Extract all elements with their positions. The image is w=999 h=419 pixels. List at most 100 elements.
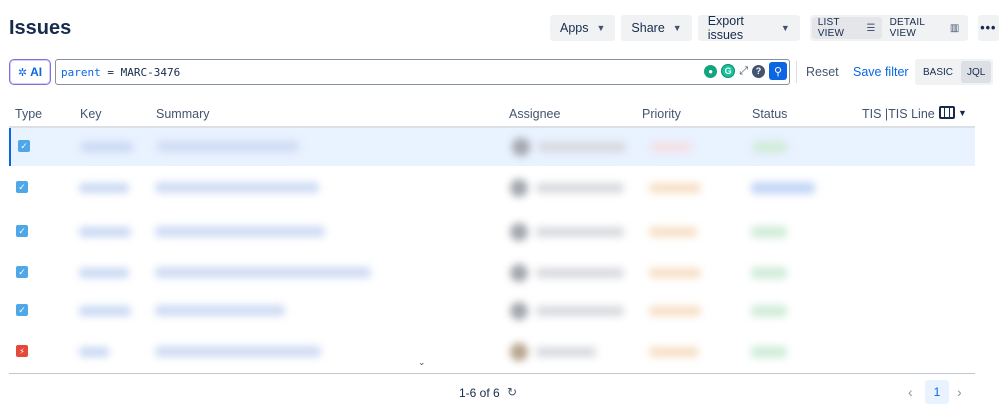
assignee-name <box>536 306 624 316</box>
column-header-assignee[interactable]: Assignee <box>509 107 560 121</box>
column-header-status[interactable]: Status <box>752 107 787 121</box>
issue-summary[interactable] <box>155 182 319 193</box>
view-toggle: LIST VIEW ☰ DETAIL VIEW ▥ <box>809 15 968 41</box>
list-view-label: LIST VIEW <box>817 17 845 39</box>
priority-value <box>649 268 701 278</box>
table-row[interactable]: ✓ <box>9 128 975 166</box>
previous-page-icon[interactable]: ‹ <box>908 384 913 400</box>
reset-button[interactable]: Reset <box>806 65 839 79</box>
issue-key[interactable] <box>79 268 129 278</box>
chevron-down-icon: ▼ <box>672 23 682 33</box>
task-icon: ✓ <box>16 266 28 278</box>
task-icon: ✓ <box>16 304 28 316</box>
detail-view-button[interactable]: DETAIL VIEW ▥ <box>884 17 966 39</box>
assignee-name <box>536 347 596 357</box>
chevron-down-icon: ▼ <box>780 23 790 33</box>
search-row: ✲ AI parent = MARC-3476 ● G ⤢ ? ⚲ Reset … <box>9 59 994 85</box>
ai-button-label: AI <box>30 65 43 79</box>
bug-icon: ⚡ <box>16 345 28 357</box>
priority-value <box>649 306 701 316</box>
more-icon: ••• <box>980 21 997 35</box>
issue-summary[interactable] <box>155 346 321 357</box>
export-issues-button[interactable]: Export issues ▼ <box>697 14 800 42</box>
avatar <box>510 264 528 282</box>
column-header-summary[interactable]: Summary <box>156 107 209 121</box>
issue-summary[interactable] <box>157 141 299 152</box>
table-row[interactable]: ✓ <box>9 169 975 207</box>
refresh-icon[interactable]: ↻ <box>507 385 517 399</box>
priority-value <box>649 183 701 193</box>
assignee-name <box>538 142 626 152</box>
status-badge[interactable] <box>751 305 787 317</box>
column-picker-button[interactable]: ▼ <box>939 106 967 119</box>
issue-key[interactable] <box>79 227 131 237</box>
avatar <box>510 302 528 320</box>
jql-input[interactable]: parent = MARC-3476 ● G ⤢ ? ⚲ <box>55 59 790 85</box>
avatar <box>510 343 528 361</box>
table-row[interactable]: ✓ <box>9 254 975 292</box>
chevron-down-icon: ▼ <box>596 23 606 33</box>
jql-icons: ● G ⤢ ? ⚲ <box>704 62 787 80</box>
columns-icon <box>939 106 955 119</box>
help-icon[interactable]: ? <box>752 64 765 78</box>
top-actions: Apps ▼ Share ▼ Export issues ▼ LIST VIEW… <box>550 14 999 42</box>
expand-icon[interactable]: ⤢ <box>739 65 748 78</box>
share-button[interactable]: Share ▼ <box>621 15 692 41</box>
detail-view-label: DETAIL VIEW <box>889 17 925 39</box>
status-badge[interactable] <box>751 182 815 194</box>
sparkle-icon: ✲ <box>17 66 28 79</box>
export-button-label: Export issues <box>707 14 744 42</box>
list-icon: ☰ <box>866 22 876 34</box>
basic-mode-button[interactable]: BASIC <box>917 61 959 83</box>
issue-summary[interactable] <box>155 226 325 237</box>
issue-summary[interactable] <box>155 267 371 278</box>
detail-view-icon: ▥ <box>949 22 960 34</box>
result-count: 1-6 of 6 <box>459 386 500 400</box>
ai-button[interactable]: ✲ AI <box>9 59 51 85</box>
table-row[interactable]: ✓ <box>9 213 975 251</box>
grammarly-extension-icon[interactable]: ● <box>704 64 718 78</box>
next-page-icon[interactable]: › <box>957 384 962 400</box>
avatar <box>512 138 530 156</box>
jql-query-text: parent = MARC-3476 <box>61 66 180 79</box>
status-badge[interactable] <box>751 267 787 279</box>
assignee-name <box>536 227 624 237</box>
column-header-type[interactable]: Type <box>15 107 42 121</box>
apps-button[interactable]: Apps ▼ <box>550 15 616 41</box>
search-mode-toggle: BASIC JQL <box>915 59 994 85</box>
page-title: Issues <box>9 17 72 39</box>
chevron-down-icon: ▼ <box>958 107 967 118</box>
status-badge[interactable] <box>751 226 787 238</box>
jql-value: = MARC-3476 <box>100 65 181 79</box>
table-header: Type Key Summary Assignee Priority Statu… <box>9 104 975 128</box>
column-header-tis-line[interactable]: TIS |TIS Line I <box>862 107 942 121</box>
divider <box>796 61 797 83</box>
issue-key[interactable] <box>79 306 131 316</box>
status-badge[interactable] <box>751 346 787 358</box>
share-button-label: Share <box>631 21 665 35</box>
assignee-name <box>536 183 624 193</box>
save-filter-button[interactable]: Save filter <box>853 65 909 79</box>
issue-key[interactable] <box>79 347 109 357</box>
priority-value <box>651 142 691 152</box>
avatar <box>510 179 528 197</box>
column-header-key[interactable]: Key <box>80 107 102 121</box>
table-row[interactable]: ✓ <box>9 292 975 330</box>
jql-mode-button[interactable]: JQL <box>961 61 992 83</box>
task-icon: ✓ <box>16 225 28 237</box>
issue-summary[interactable] <box>155 305 285 316</box>
search-icon[interactable]: ⚲ <box>769 62 787 80</box>
task-icon: ✓ <box>18 140 30 152</box>
table-row[interactable]: ⚡ <box>9 333 975 371</box>
issue-key[interactable] <box>81 142 133 152</box>
jql-keyword: parent <box>61 65 101 79</box>
mouse-cursor-icon: ⌄ <box>418 357 426 367</box>
footer-divider <box>9 373 975 374</box>
issue-key[interactable] <box>79 183 129 193</box>
list-view-button[interactable]: LIST VIEW ☰ <box>811 17 882 39</box>
more-actions-button[interactable]: ••• <box>977 15 999 41</box>
grammarly-g-icon[interactable]: G <box>721 64 736 78</box>
column-header-priority[interactable]: Priority <box>642 107 681 121</box>
page-number-button[interactable]: 1 <box>925 380 949 404</box>
status-badge[interactable] <box>753 141 787 153</box>
